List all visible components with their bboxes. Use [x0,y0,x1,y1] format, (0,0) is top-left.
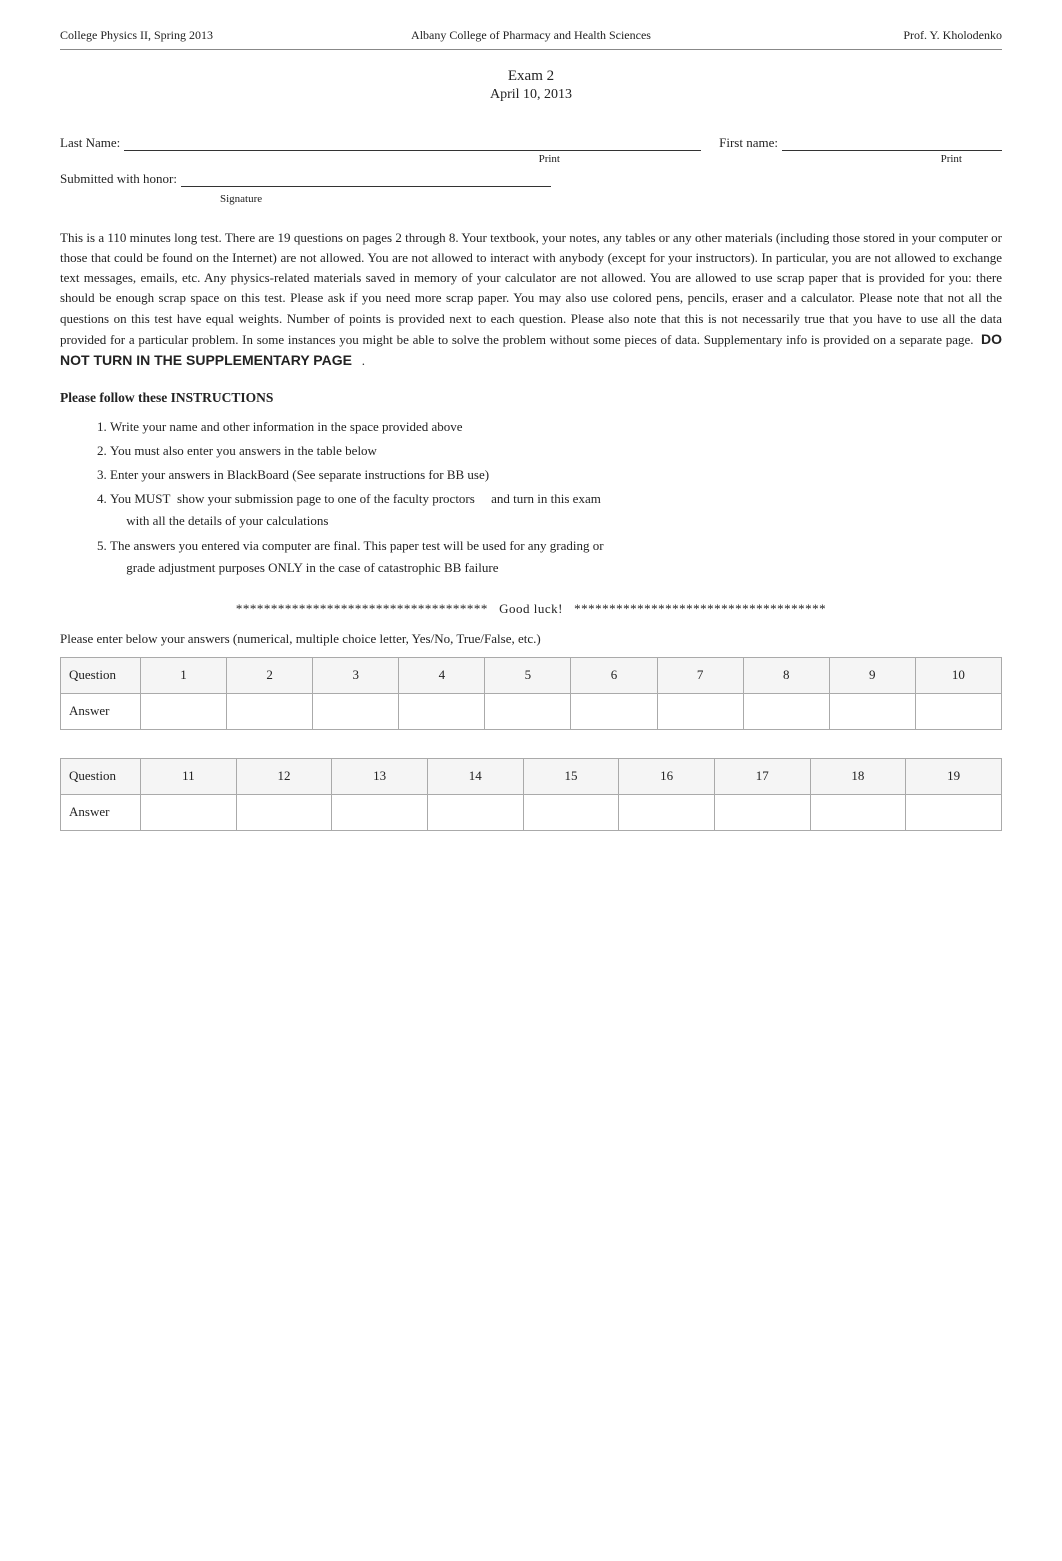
honor-label: Submitted with honor: [60,171,177,187]
last-name-label: Last Name: [60,135,120,151]
instructions-list: Write your name and other information in… [110,416,1002,579]
instruction-2: You must also enter you answers in the t… [110,440,1002,462]
print-label-right: Print [941,153,962,165]
answer-table-2: Question 11 12 13 14 15 16 17 18 19 Answ… [60,758,1002,831]
table2-q13: 13 [332,758,428,794]
print-label-left: Print [158,153,941,165]
table2-q18: 18 [810,758,906,794]
signature-label: Signature [220,193,262,205]
table1-answer-row: Answer [61,693,1002,729]
table1-a1[interactable] [141,693,227,729]
table1-q1: 1 [141,657,227,693]
table1-q7: 7 [657,657,743,693]
table2-question-label: Question [61,758,141,794]
table1-a9[interactable] [829,693,915,729]
table2-q19: 19 [906,758,1002,794]
do-not-turn: DO NOT TURN IN THE SUPPLEMENTARY PAGE [60,331,1002,369]
body-text-content: This is a 110 minutes long test. There a… [60,230,1002,368]
print-row: Print Print [60,153,1002,165]
table2-a15[interactable] [523,794,619,830]
first-name-label: First name: [719,135,778,151]
body-text: This is a 110 minutes long test. There a… [60,228,1002,372]
title-section: Exam 2 April 10, 2013 [60,68,1002,103]
table2-a18[interactable] [810,794,906,830]
table1-question-label: Question [61,657,141,693]
table2-q15: 15 [523,758,619,794]
table1-a8[interactable] [743,693,829,729]
last-name-line[interactable] [124,135,701,151]
table2-q17: 17 [714,758,810,794]
table1-a5[interactable] [485,693,571,729]
header-center: Albany College of Pharmacy and Health Sc… [374,28,688,43]
good-luck-text: Good luck! [499,601,563,616]
table1-a10[interactable] [915,693,1001,729]
table2-a12[interactable] [236,794,332,830]
table2-a11[interactable] [141,794,237,830]
table1-question-row: Question 1 2 3 4 5 6 7 8 9 10 [61,657,1002,693]
table1-a7[interactable] [657,693,743,729]
answer-table-1: Question 1 2 3 4 5 6 7 8 9 10 Answer [60,657,1002,730]
form-fields: Last Name: First name: Print Print Submi… [60,135,1002,206]
exam-title: Exam 2 [60,68,1002,85]
table1-q6: 6 [571,657,657,693]
table2-q16: 16 [619,758,715,794]
good-luck-bar: ************************************ Goo… [60,601,1002,617]
table1-a3[interactable] [313,693,399,729]
table2-answer-row: Answer [61,794,1002,830]
table1-answer-label: Answer [61,693,141,729]
table2-q11: 11 [141,758,237,794]
honor-row: Submitted with honor: [60,171,1002,187]
table1-q3: 3 [313,657,399,693]
stars-right: ************************************ [574,601,826,616]
table2-a13[interactable] [332,794,428,830]
exam-date: April 10, 2013 [60,87,1002,103]
instruction-3: Enter your answers in BlackBoard (See se… [110,464,1002,486]
instruction-5: The answers you entered via computer are… [110,535,1002,579]
table1-a4[interactable] [399,693,485,729]
table1-a2[interactable] [227,693,313,729]
table1-q5: 5 [485,657,571,693]
table2-answer-label: Answer [61,794,141,830]
table1-q4: 4 [399,657,485,693]
header-bar: College Physics II, Spring 2013 Albany C… [60,28,1002,50]
table2-a14[interactable] [427,794,523,830]
signature-row: Signature [60,190,1002,206]
table2-question-row: Question 11 12 13 14 15 16 17 18 19 [61,758,1002,794]
instructions-section: Please follow these INSTRUCTIONS Write y… [60,390,1002,579]
header-right: Prof. Y. Kholodenko [688,28,1002,43]
first-name-line[interactable] [782,135,1002,151]
table2-q14: 14 [427,758,523,794]
table1-q2: 2 [227,657,313,693]
name-row: Last Name: First name: [60,135,1002,151]
table1-a6[interactable] [571,693,657,729]
table2-a17[interactable] [714,794,810,830]
table2-a16[interactable] [619,794,715,830]
table2-a19[interactable] [906,794,1002,830]
table2-q12: 12 [236,758,332,794]
table1-q8: 8 [743,657,829,693]
instructions-heading: Please follow these INSTRUCTIONS [60,390,1002,406]
table1-q9: 9 [829,657,915,693]
honor-line[interactable] [181,171,551,187]
table1-q10: 10 [915,657,1001,693]
enter-answers-text: Please enter below your answers (numeric… [60,631,1002,647]
instruction-4: You MUST show your submission page to on… [110,488,1002,532]
header-left: College Physics II, Spring 2013 [60,28,374,43]
instruction-1: Write your name and other information in… [110,416,1002,438]
stars-left: ************************************ [236,601,488,616]
